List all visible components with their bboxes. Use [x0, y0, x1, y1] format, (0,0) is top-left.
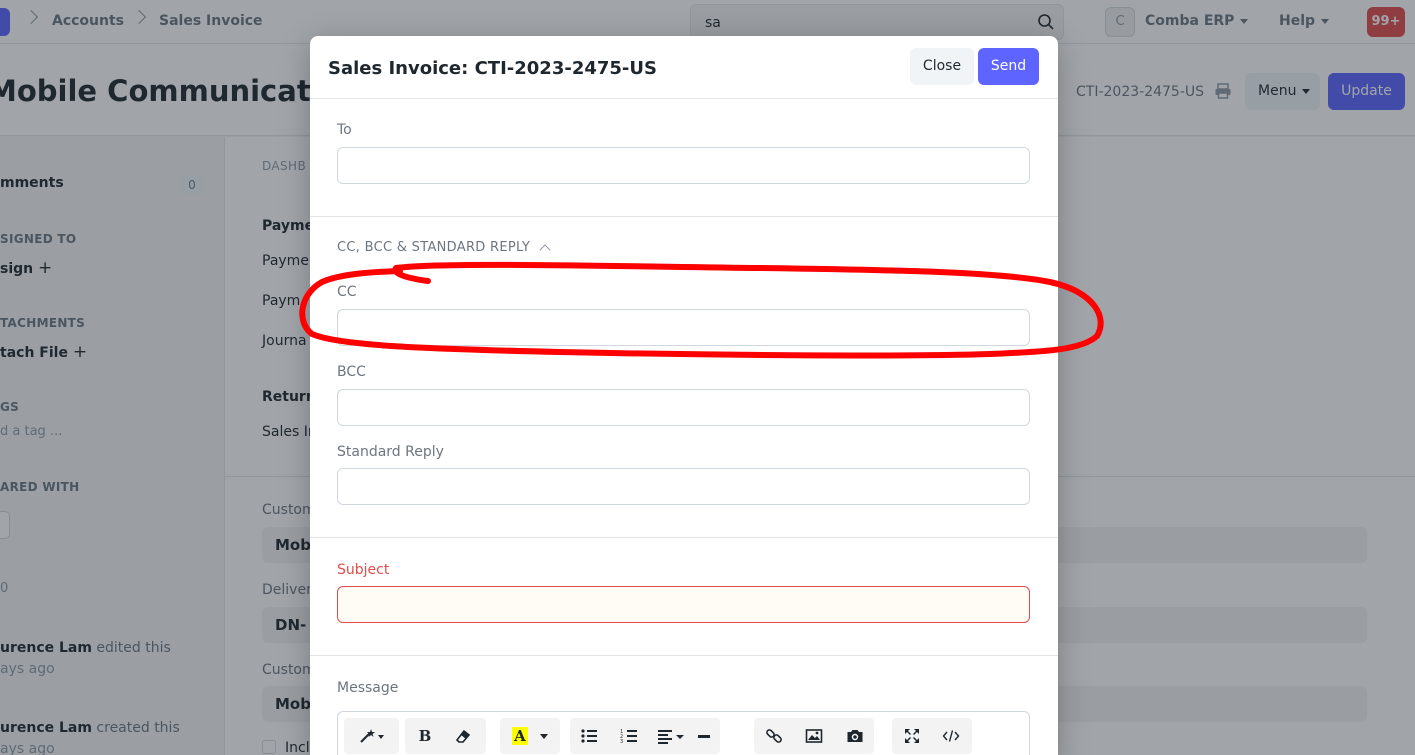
standard-reply-field[interactable] — [337, 468, 1030, 505]
cc-bcc-section-toggle[interactable]: CC, BCC & STANDARD REPLY — [337, 240, 530, 255]
subject-label: Subject — [337, 562, 390, 578]
standard-reply-label: Standard Reply — [337, 444, 444, 460]
toolbar-format-group: B — [405, 718, 486, 754]
link-icon[interactable] — [757, 718, 791, 754]
divider — [310, 537, 1058, 538]
bullet-list-icon[interactable] — [572, 718, 606, 754]
eraser-icon[interactable] — [446, 718, 480, 754]
toolbar-insert-group — [754, 718, 874, 754]
magic-wand-icon[interactable] — [348, 718, 396, 754]
chevron-up-icon[interactable] — [539, 244, 551, 256]
close-button[interactable]: Close — [910, 48, 974, 85]
toolbar-style-group — [344, 718, 399, 754]
send-button[interactable]: Send — [978, 48, 1039, 85]
toolbar-color-group: A — [500, 718, 560, 754]
to-field[interactable] — [337, 147, 1030, 184]
image-icon[interactable] — [797, 718, 831, 754]
message-label: Message — [337, 680, 399, 696]
to-label: To — [337, 122, 352, 138]
bcc-field[interactable] — [337, 389, 1030, 426]
dialog-title: Sales Invoice: CTI-2023-2475-US — [328, 58, 657, 79]
cc-field[interactable] — [337, 309, 1030, 346]
toolbar-view-group — [892, 718, 972, 754]
caret-down-icon[interactable] — [532, 718, 556, 754]
camera-icon[interactable] — [838, 718, 872, 754]
numbered-list-icon[interactable]: 123 — [612, 718, 646, 754]
divider — [310, 216, 1058, 217]
divider — [310, 655, 1058, 656]
cc-label: CC — [337, 284, 357, 300]
bcc-label: BCC — [337, 364, 366, 380]
horizontal-rule-icon[interactable] — [691, 718, 717, 754]
svg-text:3: 3 — [620, 739, 623, 745]
fullscreen-icon[interactable] — [895, 718, 929, 754]
message-editor[interactable]: B A 123 — [337, 711, 1030, 755]
toolbar-paragraph-group: 123 — [570, 718, 720, 754]
code-view-icon[interactable] — [934, 718, 968, 754]
bold-icon[interactable]: B — [408, 718, 442, 754]
subject-field[interactable] — [337, 586, 1030, 623]
email-dialog: Sales Invoice: CTI-2023-2475-US Close Se… — [310, 36, 1058, 755]
divider — [310, 98, 1058, 99]
align-icon[interactable] — [650, 718, 694, 754]
